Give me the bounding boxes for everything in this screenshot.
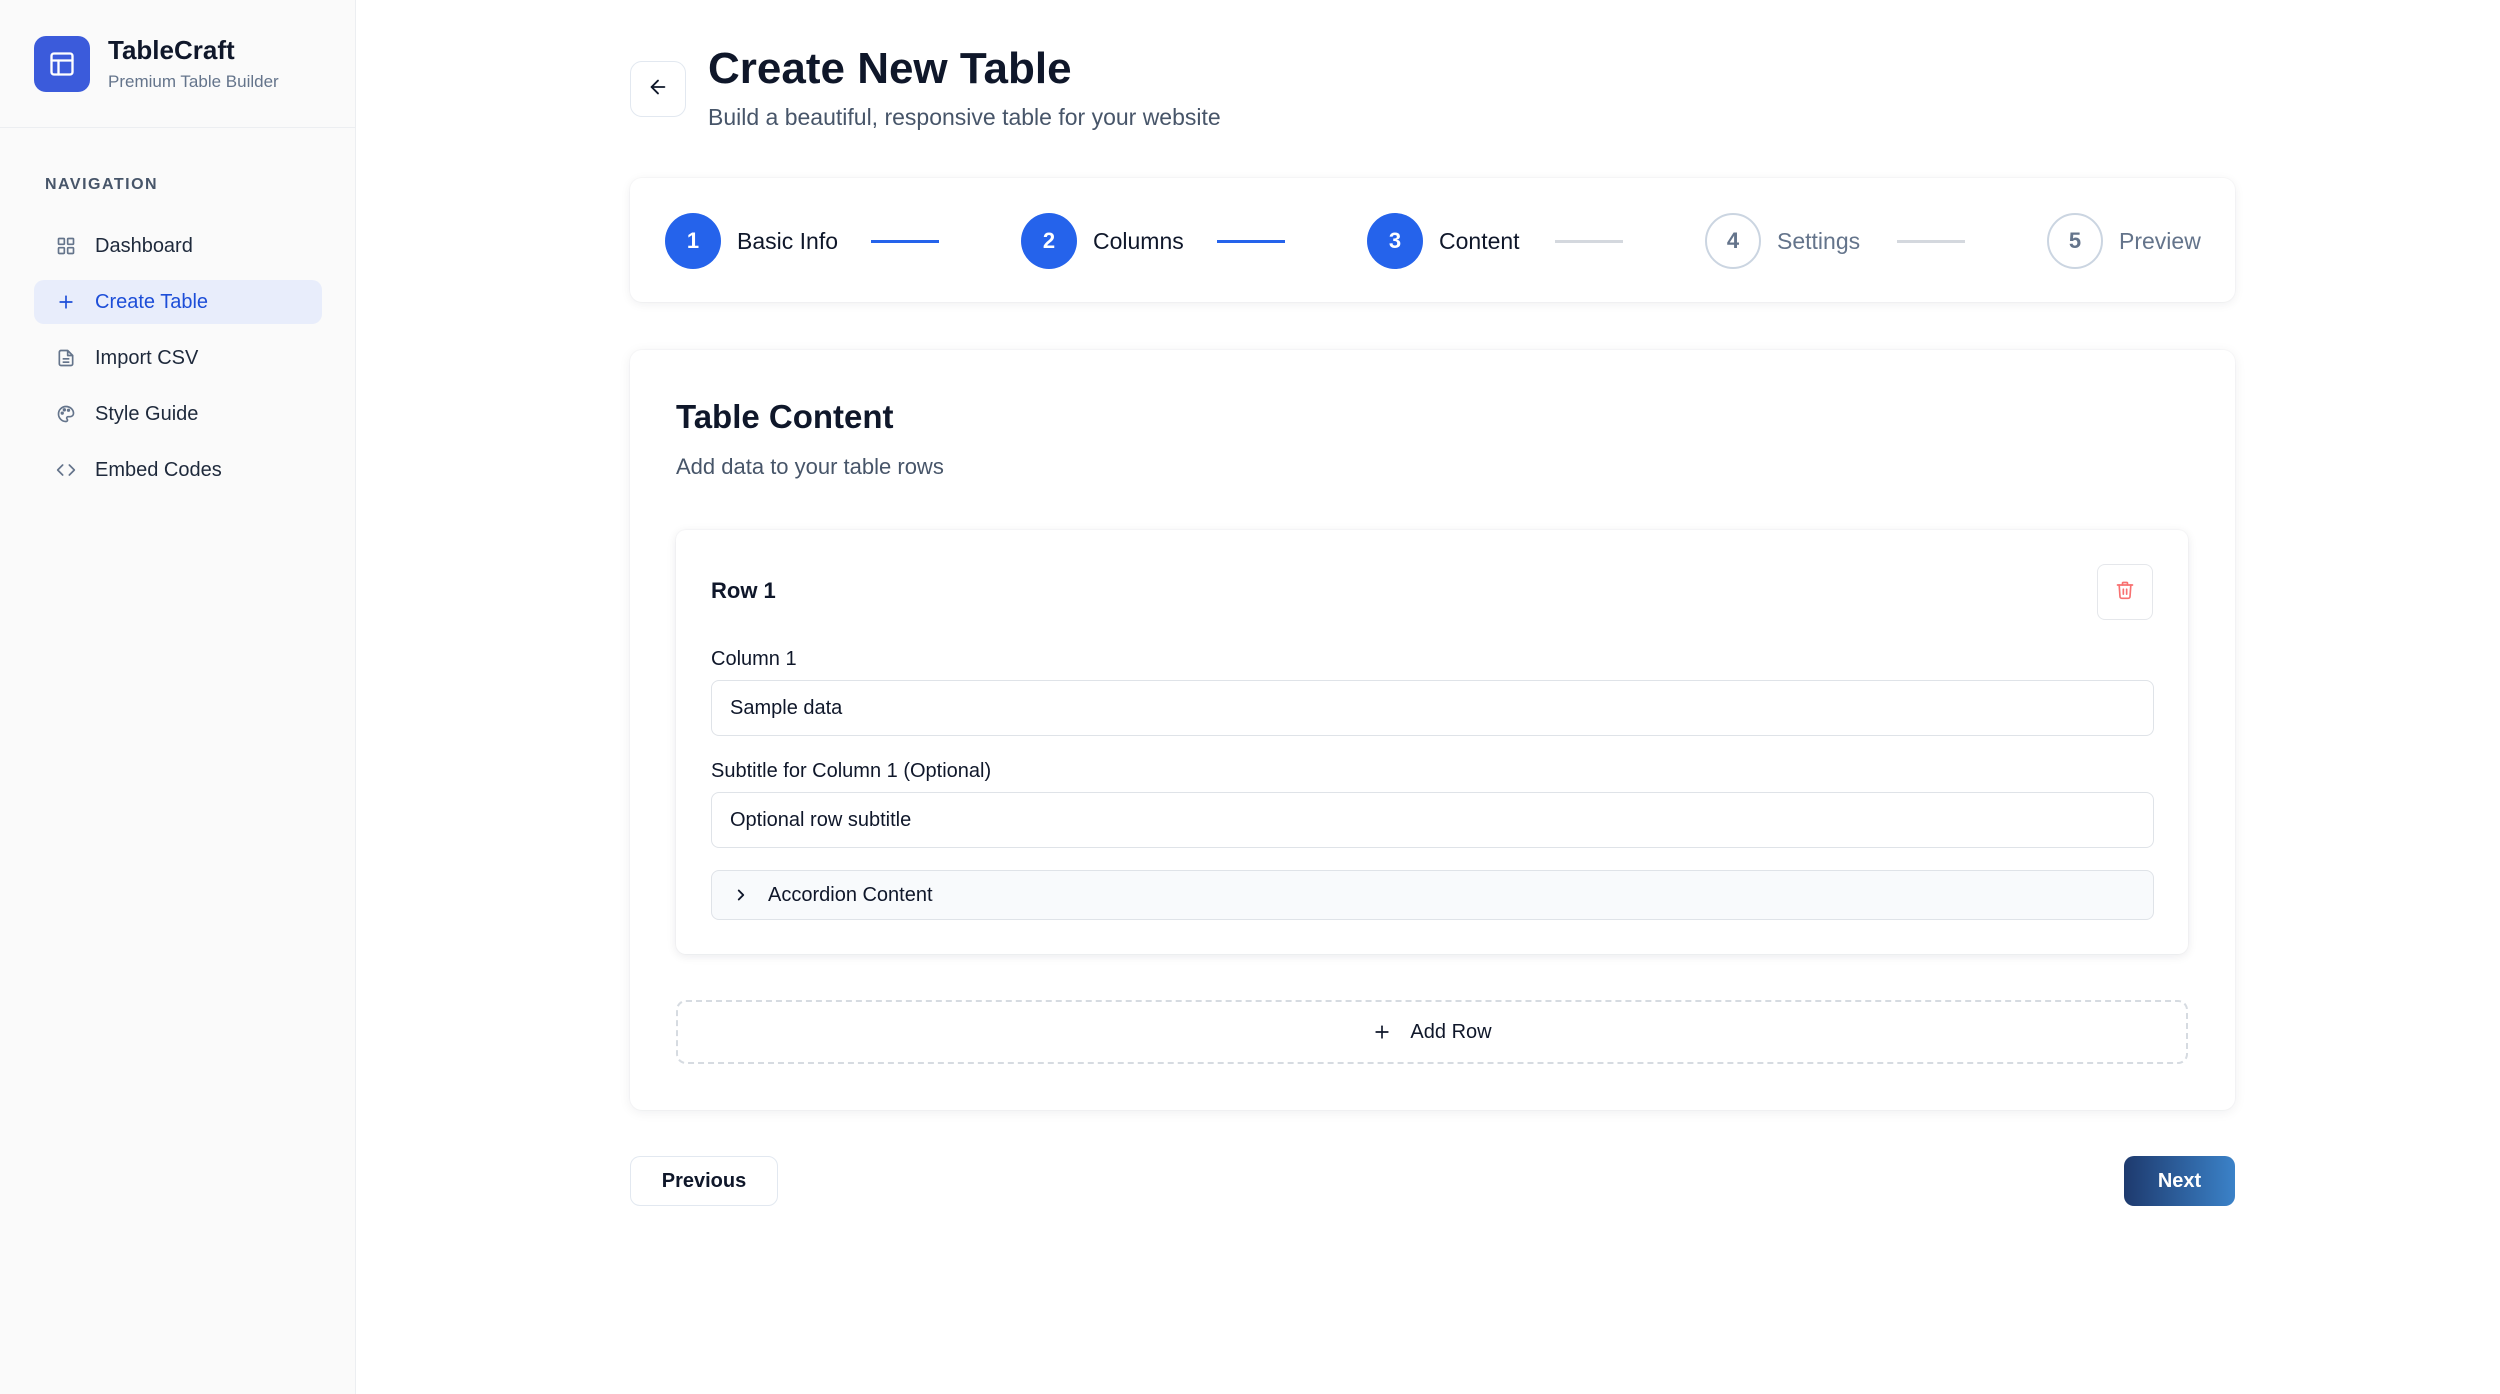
page-title: Create New Table xyxy=(708,44,1072,93)
sidebar: TableCraft Premium Table Builder NAVIGAT… xyxy=(0,0,356,1394)
add-row-button[interactable]: Add Row xyxy=(676,1000,2188,1064)
accordion-label: Accordion Content xyxy=(768,883,933,906)
sidebar-item-import-csv[interactable]: Import CSV xyxy=(34,336,322,380)
add-row-label: Add Row xyxy=(1410,1020,1492,1043)
sidebar-item-label: Import CSV xyxy=(95,346,199,369)
sidebar-item-label: Create Table xyxy=(95,290,209,313)
row-card: Row 1 Column 1 Subtitle for Column 1 (Op… xyxy=(676,530,2188,954)
back-button[interactable] xyxy=(630,61,686,117)
step-2-label[interactable]: Columns xyxy=(1093,228,1184,255)
sidebar-item-create-table[interactable]: Create Table xyxy=(34,280,322,324)
sidebar-item-dashboard[interactable]: Dashboard xyxy=(34,224,322,268)
palette-icon xyxy=(55,403,77,425)
card-subtitle: Add data to your table rows xyxy=(676,454,944,479)
step-connector xyxy=(1897,240,1965,243)
step-5-circle[interactable]: 5 xyxy=(2047,213,2103,269)
step-connector xyxy=(1555,240,1623,243)
step-1-label[interactable]: Basic Info xyxy=(737,228,838,255)
step-4-circle[interactable]: 4 xyxy=(1705,213,1761,269)
step-2-circle[interactable]: 2 xyxy=(1021,213,1077,269)
chevron-right-icon xyxy=(732,886,750,904)
card-title: Table Content xyxy=(676,398,894,435)
plus-icon xyxy=(55,291,77,313)
page-subtitle: Build a beautiful, responsive table for … xyxy=(708,104,1221,130)
table-icon xyxy=(34,35,90,92)
table-content-card: Table Content Add data to your table row… xyxy=(630,350,2235,1110)
step-3-circle[interactable]: 3 xyxy=(1367,213,1423,269)
brand-subtitle: Premium Table Builder xyxy=(108,72,279,91)
sidebar-item-label: Embed Codes xyxy=(95,458,222,481)
trash-icon xyxy=(2115,580,2135,605)
column-1-label: Column 1 xyxy=(711,648,797,670)
sidebar-item-label: Style Guide xyxy=(95,402,199,425)
brand-name: TableCraft xyxy=(108,35,235,65)
step-connector xyxy=(871,240,939,243)
step-connector xyxy=(1217,240,1285,243)
code-icon xyxy=(55,459,77,481)
subtitle-label: Subtitle for Column 1 (Optional) xyxy=(711,760,992,782)
previous-button[interactable]: Previous xyxy=(630,1156,778,1206)
next-button[interactable]: Next xyxy=(2124,1156,2235,1206)
file-icon xyxy=(55,347,77,369)
plus-icon xyxy=(1372,1022,1392,1042)
step-5-label[interactable]: Preview xyxy=(2119,228,2201,255)
sidebar-item-style-guide[interactable]: Style Guide xyxy=(34,392,322,436)
arrow-left-icon xyxy=(647,76,669,103)
step-4-label[interactable]: Settings xyxy=(1777,228,1860,255)
step-1-circle[interactable]: 1 xyxy=(665,213,721,269)
grid-icon xyxy=(55,235,77,257)
sidebar-nav: Dashboard Create Table Import CSV Style … xyxy=(34,224,322,504)
subtitle-input[interactable] xyxy=(711,792,2154,848)
brand: TableCraft Premium Table Builder xyxy=(0,0,355,128)
column-1-input[interactable] xyxy=(711,680,2154,736)
step-3-label[interactable]: Content xyxy=(1439,228,1520,255)
delete-row-button[interactable] xyxy=(2097,564,2153,620)
accordion-toggle[interactable]: Accordion Content xyxy=(711,870,2154,920)
sidebar-item-label: Dashboard xyxy=(95,234,193,257)
row-title: Row 1 xyxy=(711,578,776,603)
nav-section-label: NAVIGATION xyxy=(45,176,159,193)
stepper: 1 Basic Info 2 Columns 3 Content 4 Setti… xyxy=(630,178,2235,302)
sidebar-item-embed-codes[interactable]: Embed Codes xyxy=(34,448,322,492)
